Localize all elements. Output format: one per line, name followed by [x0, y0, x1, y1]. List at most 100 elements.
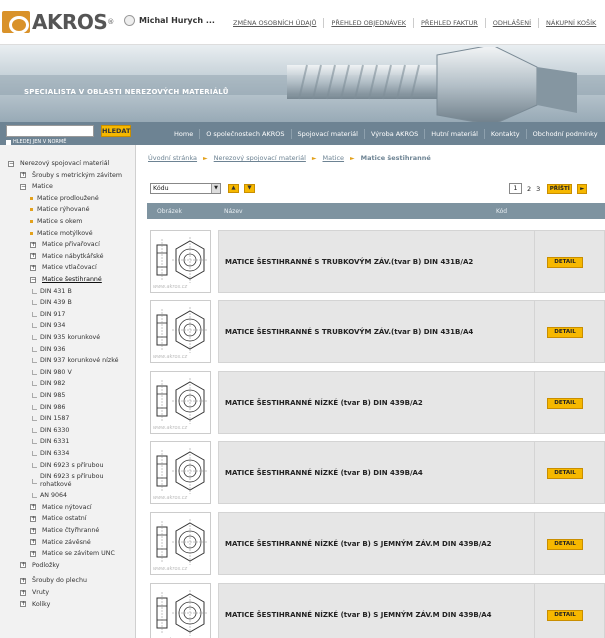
expand-icon[interactable]: +	[20, 562, 26, 569]
sidebar-item[interactable]: DIN 986	[32, 404, 65, 411]
next-arrow-button[interactable]: ►	[577, 183, 588, 194]
nav-contacts[interactable]: Kontakty	[483, 128, 526, 139]
detail-button[interactable]: DETAIL	[547, 539, 583, 550]
detail-button[interactable]: DETAIL	[547, 610, 583, 621]
sidebar-item[interactable]: DIN 1587	[32, 415, 69, 422]
link-cart[interactable]: NÁKUPNÍ KOŠÍK	[539, 18, 603, 28]
product-image[interactable]: www.akros.cz	[150, 230, 211, 293]
expand-icon[interactable]: +	[30, 527, 36, 534]
sidebar-item[interactable]: − Matice	[20, 183, 53, 190]
sort-ascending-button[interactable]: ▲	[228, 184, 239, 193]
expand-icon[interactable]: +	[30, 264, 36, 271]
sidebar-item[interactable]: DIN 431 B	[32, 288, 72, 295]
detail-button[interactable]: DETAIL	[547, 398, 583, 409]
product-name[interactable]: MATICE ŠESTIHRANNÉ NÍZKÉ (tvar B) DIN 43…	[225, 442, 540, 505]
page-link-3[interactable]: 3	[536, 185, 540, 193]
breadcrumb-home[interactable]: Úvodní stránka	[148, 154, 197, 162]
chevron-down-icon[interactable]: ▼	[211, 184, 220, 193]
product-name[interactable]: MATICE ŠESTIHRANNÉ S TRUBKOVÝM ZÁV.(tvar…	[225, 301, 540, 364]
link-change-profile[interactable]: ZMĚNA OSOBNÍCH ÚDAJŮ	[226, 17, 325, 28]
sidebar-item[interactable]: DIN 936	[32, 346, 65, 353]
sidebar-item[interactable]: DIN 917	[32, 311, 65, 318]
product-name[interactable]: MATICE ŠESTIHRANNÉ NÍZKÉ (tvar B) S JEMN…	[225, 513, 540, 576]
expand-icon[interactable]: +	[30, 550, 36, 557]
sort-descending-button[interactable]: ▼	[244, 184, 255, 193]
sort-select[interactable]: Kódu ▼	[150, 183, 221, 194]
collapse-icon[interactable]: −	[8, 160, 14, 167]
sidebar-item[interactable]: − Nerezový spojovací materiál	[8, 160, 109, 167]
expand-icon[interactable]: +	[20, 589, 26, 596]
expand-icon[interactable]: +	[20, 601, 26, 608]
expand-icon[interactable]: +	[30, 539, 36, 546]
detail-button[interactable]: DETAIL	[547, 327, 583, 338]
sidebar-item[interactable]: + Podložky	[20, 562, 59, 569]
akros-logo[interactable]: AKROS ®	[2, 9, 114, 35]
sidebar-item[interactable]: DIN 6331	[32, 438, 69, 445]
sidebar-item[interactable]: DIN 985	[32, 392, 65, 399]
product-image[interactable]: www.akros.cz	[150, 441, 211, 504]
link-invoices[interactable]: PŘEHLED FAKTUR	[414, 17, 486, 28]
link-logout[interactable]: ODHLÁŠENÍ	[486, 17, 540, 28]
product-image[interactable]: www.akros.cz	[150, 583, 211, 638]
detail-button[interactable]: DETAIL	[547, 468, 583, 479]
sidebar-item[interactable]: DIN 6330	[32, 427, 69, 434]
product-name[interactable]: MATICE ŠESTIHRANNÉ NÍZKÉ (tvar B) DIN 43…	[225, 372, 540, 435]
sidebar-item[interactable]: DIN 934	[32, 322, 65, 329]
sidebar-item[interactable]: DIN 6923 s přírubou rohatkové	[32, 473, 110, 489]
page-link-2[interactable]: 2	[527, 185, 531, 193]
nav-production[interactable]: Výroba AKROS	[363, 128, 424, 139]
expand-icon[interactable]: +	[20, 577, 26, 584]
sidebar-item[interactable]: AN 9064	[32, 492, 67, 499]
nav-about[interactable]: O společnostech AKROS	[199, 128, 290, 139]
sidebar-item[interactable]: + Šrouby s metrickým závitem	[20, 172, 122, 179]
product-image[interactable]: www.akros.cz	[150, 512, 211, 575]
sidebar-item[interactable]: DIN 980 V	[32, 369, 72, 376]
sidebar-item[interactable]: DIN 439 B	[32, 299, 72, 306]
collapse-icon[interactable]: −	[20, 183, 26, 190]
product-name[interactable]: MATICE ŠESTIHRANNÉ NÍZKÉ (tvar B) S JEMN…	[225, 584, 540, 638]
norm-checkbox[interactable]	[6, 139, 11, 145]
expand-icon[interactable]: +	[20, 172, 26, 179]
product-image[interactable]: www.akros.cz	[150, 300, 211, 363]
product-name[interactable]: MATICE ŠESTIHRANNÉ S TRUBKOVÝM ZÁV.(tvar…	[225, 231, 540, 294]
sidebar-item[interactable]: + Matice nábytkářské	[30, 253, 103, 260]
sidebar-item[interactable]: DIN 937 korunkové nízké	[32, 357, 119, 364]
sidebar-item[interactable]: − Matice šestihranné	[30, 276, 102, 283]
search-input[interactable]	[6, 125, 94, 137]
detail-button[interactable]: DETAIL	[547, 257, 583, 268]
sidebar-item[interactable]: + Matice se závitem UNC	[30, 550, 115, 557]
sidebar-item[interactable]: + Šrouby do plechu	[20, 577, 87, 584]
sidebar-item[interactable]: + Matice vtlačovací	[30, 264, 97, 271]
nav-fasteners[interactable]: Spojovací materiál	[290, 128, 364, 139]
sidebar-item[interactable]: + Matice ostatní	[30, 515, 87, 522]
sidebar-item[interactable]: Matice rýhované	[30, 206, 89, 213]
expand-icon[interactable]: +	[30, 515, 36, 522]
sidebar-item[interactable]: DIN 6334	[32, 450, 69, 457]
sidebar-item[interactable]: + Matice nýtovací	[30, 504, 92, 511]
sidebar-item[interactable]: DIN 935 korunkové	[32, 334, 100, 341]
sidebar-item[interactable]: + Vruty	[20, 589, 49, 596]
sidebar-item[interactable]: Matice prodloužené	[30, 195, 99, 202]
sidebar-item[interactable]: + Kolíky	[20, 601, 50, 608]
product-image[interactable]: www.akros.cz	[150, 371, 211, 434]
nav-home[interactable]: Home	[168, 129, 199, 139]
expand-icon[interactable]: +	[30, 253, 36, 260]
expand-icon[interactable]: +	[30, 241, 36, 248]
sidebar-item[interactable]: DIN 982	[32, 380, 65, 387]
nav-metallurgy[interactable]: Hutní materiál	[424, 128, 484, 139]
sidebar-item[interactable]: DIN 6923 s přírubou	[32, 462, 103, 469]
page-current-input[interactable]: 1	[509, 183, 522, 194]
link-orders[interactable]: PŘEHLED OBJEDNÁVEK	[324, 17, 414, 28]
expand-icon[interactable]: +	[30, 504, 36, 511]
sidebar-item[interactable]: + Matice závěsné	[30, 539, 91, 546]
sidebar-item[interactable]: + Matice čtyřhranné	[30, 527, 99, 534]
next-page-button[interactable]: PŘÍŠTÍ	[547, 183, 573, 194]
nav-terms[interactable]: Obchodní podmínky	[525, 128, 604, 139]
collapse-icon[interactable]: −	[30, 276, 36, 283]
sidebar-item[interactable]: + Matice přivařovací	[30, 241, 100, 248]
sidebar-item[interactable]: Matice s okem	[30, 218, 82, 225]
breadcrumb-category[interactable]: Nerezový spojovací materiál	[214, 154, 306, 162]
search-button[interactable]: HLEDAT	[101, 125, 131, 137]
breadcrumb-subcategory[interactable]: Matice	[323, 154, 345, 162]
sidebar-item[interactable]: Matice motýlkové	[30, 230, 93, 237]
